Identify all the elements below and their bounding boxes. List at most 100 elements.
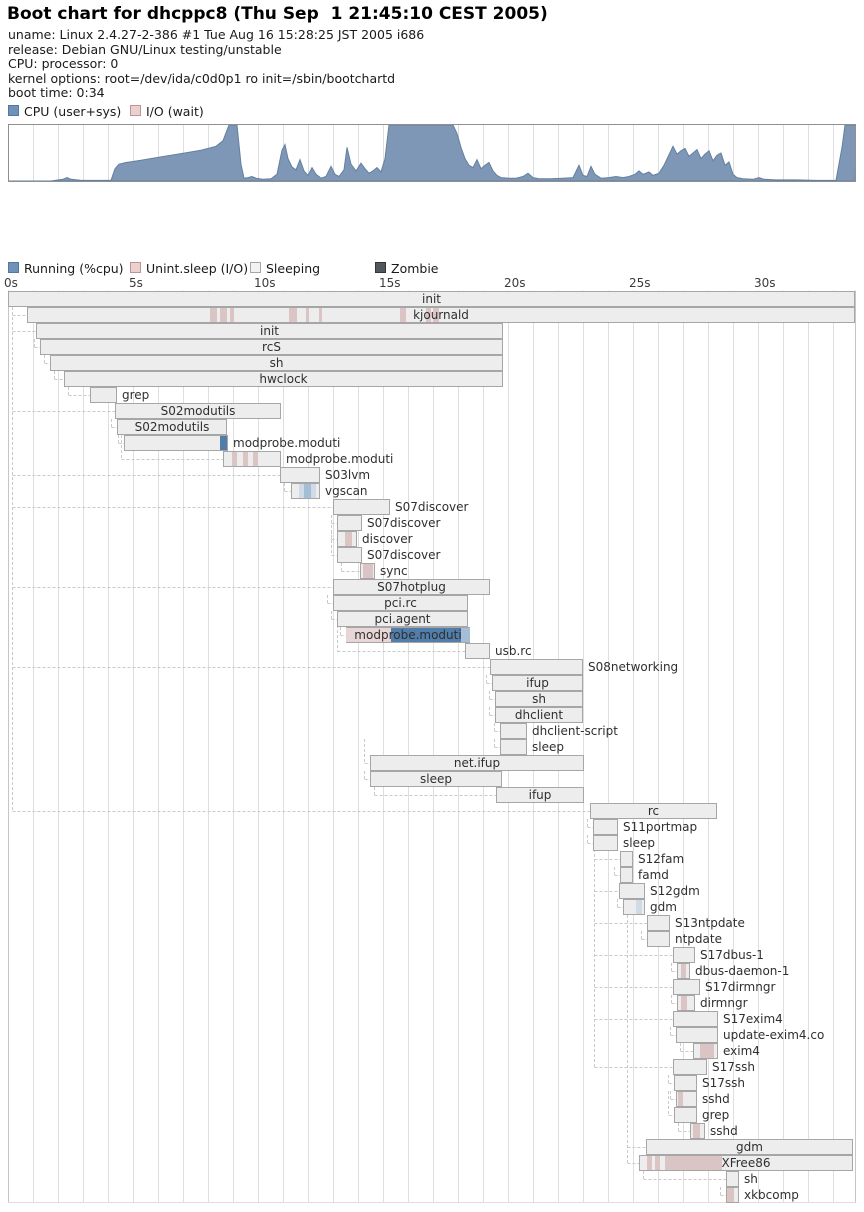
io-wait-segment (345, 532, 352, 546)
process-label: XFree86 (639, 1155, 853, 1171)
process-label: gdm (646, 1139, 853, 1155)
process-bar (674, 1075, 697, 1091)
io-wait-segment (253, 452, 258, 466)
process-bar (620, 867, 633, 883)
process-label: xkbcomp (744, 1187, 799, 1203)
process-label: pci.agent (337, 611, 468, 627)
process-label: hwclock (64, 371, 503, 387)
process-bar (593, 819, 618, 835)
process-label: modprobe.moduti (346, 627, 470, 643)
process-label: sh (495, 691, 583, 707)
process-label: S17dbus-1 (700, 947, 764, 963)
process-label: update-exim4.co (723, 1027, 824, 1043)
process-bar (500, 739, 527, 755)
process-bar (674, 1107, 697, 1123)
io-wait-segment (681, 996, 687, 1010)
process-bar (726, 1171, 739, 1187)
process-label: sleep (623, 835, 655, 851)
process-bar (280, 467, 320, 483)
process-label: S12gdm (650, 883, 700, 899)
process-label: sh (744, 1171, 758, 1187)
process-bar (620, 851, 633, 867)
process-bar (690, 1123, 705, 1139)
io-wait-segment (678, 1092, 683, 1106)
process-bar (676, 1027, 718, 1043)
process-label: net.ifup (370, 755, 584, 771)
process-label: sleep (370, 771, 502, 787)
process-label: modprobe.moduti (286, 451, 393, 467)
process-label: famd (638, 867, 669, 883)
process-label: pci.rc (333, 595, 468, 611)
process-bar (673, 1011, 718, 1027)
process-label: init (8, 291, 855, 307)
process-label: sshd (702, 1091, 730, 1107)
io-wait-segment (681, 964, 686, 978)
process-bar (337, 547, 362, 563)
process-label: dhclient (495, 707, 583, 723)
process-bar (677, 995, 695, 1011)
process-label: exim4 (723, 1043, 760, 1059)
process-bar (673, 947, 695, 963)
process-label: S11portmap (623, 819, 697, 835)
process-label: rcS (40, 339, 503, 355)
process-bar (726, 1187, 739, 1203)
process-label: S03lvm (325, 467, 370, 483)
process-label: sync (380, 563, 408, 579)
cpu-running-segment (220, 436, 227, 450)
process-label: grep (122, 387, 149, 403)
process-bar (673, 1059, 707, 1075)
process-bar (490, 659, 583, 675)
process-bar (333, 499, 390, 515)
process-label: sshd (710, 1123, 738, 1139)
process-bar (291, 483, 320, 499)
process-bar (360, 563, 375, 579)
process-label: S08networking (588, 659, 678, 675)
io-wait-segment (700, 1044, 714, 1058)
cpu-running-segment (304, 484, 311, 498)
process-label: S17exim4 (723, 1011, 783, 1027)
process-bar (673, 979, 700, 995)
process-bar (337, 531, 357, 547)
process-bar (124, 435, 228, 451)
process-label: init (36, 323, 503, 339)
process-bar (337, 515, 362, 531)
process-label: S07hotplug (333, 579, 490, 595)
process-bar (647, 915, 670, 931)
process-label: ifup (496, 787, 584, 803)
process-bar (500, 723, 527, 739)
process-label: usb.rc (495, 643, 532, 659)
cpu-running-segment (636, 900, 642, 914)
process-bar (223, 451, 281, 467)
io-wait-segment (243, 452, 248, 466)
process-label: S02modutils (117, 419, 227, 435)
process-label: dhclient-script (532, 723, 618, 739)
process-label: S02modutils (115, 403, 281, 419)
cpu-running-segment (311, 484, 316, 498)
process-bar (465, 643, 490, 659)
process-bar (623, 899, 645, 915)
process-bar (593, 835, 618, 851)
process-label: S12fam (638, 851, 684, 867)
process-label: grep (702, 1107, 729, 1123)
io-wait-segment (232, 452, 237, 466)
process-bar (677, 963, 690, 979)
process-label: S17dirmngr (705, 979, 775, 995)
process-label: S17ssh (702, 1075, 745, 1091)
process-label: modprobe.moduti (233, 435, 340, 451)
process-bar (693, 1043, 718, 1059)
io-wait-segment (693, 1124, 700, 1138)
process-bar (619, 883, 645, 899)
process-bar (90, 387, 117, 403)
bootchart-page: Boot chart for dhcppc8 (Thu Sep 1 21:45:… (0, 0, 864, 1212)
io-wait-segment (727, 1188, 734, 1202)
process-label: dirmngr (700, 995, 748, 1011)
process-label: kjournald (27, 307, 855, 323)
process-label: vgscan (325, 483, 368, 499)
process-label: S07discover (367, 547, 440, 563)
process-bar (676, 1091, 697, 1107)
process-bar (647, 931, 670, 947)
io-wait-segment (363, 564, 373, 578)
process-label: S07discover (367, 515, 440, 531)
process-label: S07discover (395, 499, 468, 515)
process-label: ifup (492, 675, 583, 691)
